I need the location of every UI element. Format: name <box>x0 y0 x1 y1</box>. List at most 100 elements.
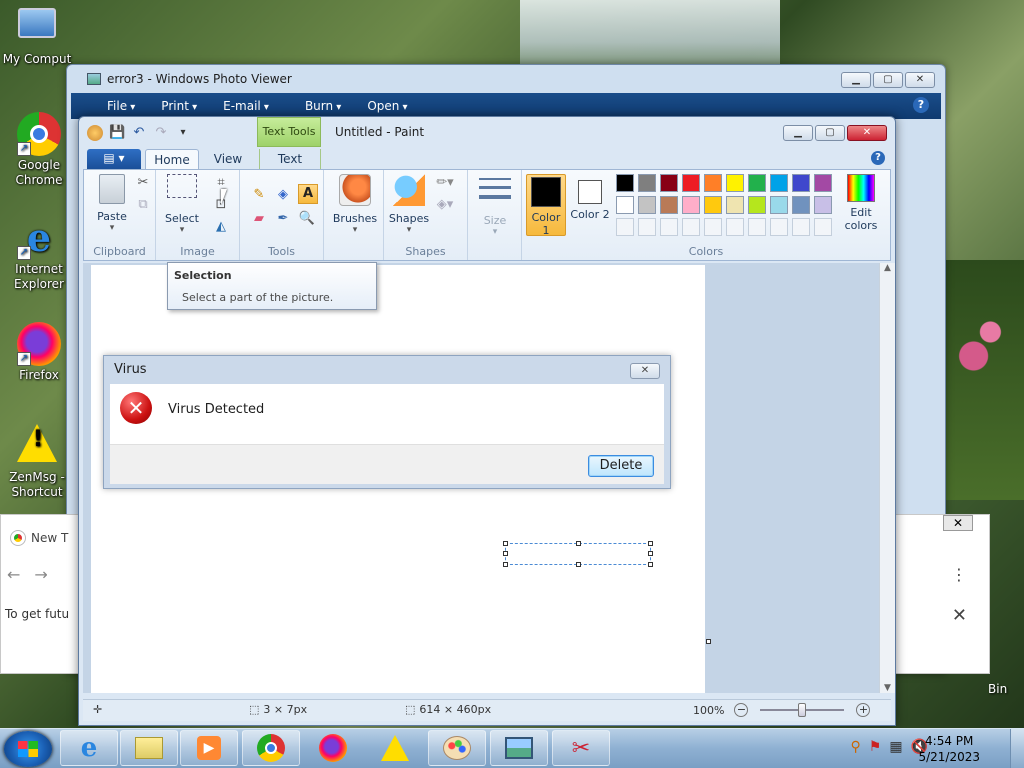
close-button[interactable]: ✕ <box>905 72 935 88</box>
select-button[interactable]: Select ▾ <box>162 174 202 235</box>
help-icon[interactable]: ? <box>913 97 929 113</box>
custom-color-slot[interactable] <box>726 218 744 236</box>
zoom-out-icon[interactable]: − <box>734 703 749 717</box>
palette-swatch[interactable] <box>638 174 656 192</box>
paste-button[interactable]: Paste ▾ <box>92 174 132 233</box>
palette-swatch[interactable] <box>660 174 678 192</box>
shapes-button[interactable]: Shapes ▾ <box>388 174 430 235</box>
fill-icon[interactable]: ◈ <box>274 186 292 204</box>
vertical-scrollbar[interactable]: ▲ ▼ <box>879 263 895 693</box>
resize-handle[interactable] <box>503 562 508 567</box>
taskbar-paint[interactable] <box>428 730 486 766</box>
palette-swatch[interactable] <box>616 174 634 192</box>
taskbar-firefox[interactable] <box>304 730 362 766</box>
zoom-slider-thumb[interactable] <box>798 703 807 717</box>
virus-dialog[interactable]: Virus ✕ ✕ Virus Detected Delete <box>103 355 671 489</box>
maximize-button[interactable]: ▢ <box>815 125 845 141</box>
palette-swatch[interactable] <box>748 196 766 214</box>
custom-color-slot[interactable] <box>704 218 722 236</box>
menu-open[interactable]: Open <box>367 99 407 113</box>
menu-email[interactable]: E-mail <box>223 99 269 113</box>
palette-swatch[interactable] <box>792 174 810 192</box>
custom-color-slot[interactable] <box>814 218 832 236</box>
palette-swatch[interactable] <box>704 196 722 214</box>
color1-button[interactable]: Color 1 <box>526 174 566 237</box>
scroll-up-icon[interactable]: ▲ <box>880 263 895 273</box>
paint-menu-button[interactable]: ▤ ▾ <box>87 149 141 169</box>
palette-swatch[interactable] <box>660 196 678 214</box>
help-icon[interactable]: ? <box>871 151 885 165</box>
virus-dialog-close-button[interactable]: ✕ <box>630 363 660 379</box>
tab-text[interactable]: Text <box>259 149 321 171</box>
custom-color-slot[interactable] <box>616 218 634 236</box>
palette-swatch[interactable] <box>814 196 832 214</box>
taskbar-zenmsg[interactable] <box>366 730 424 766</box>
menu-file[interactable]: File <box>107 99 135 113</box>
custom-color-slot[interactable] <box>792 218 810 236</box>
rotate-icon[interactable]: ◭ <box>212 218 230 236</box>
palette-swatch[interactable] <box>682 196 700 214</box>
desktop-icon-internet-explorer[interactable]: e ↗ Internet Explorer <box>4 216 74 292</box>
palette-swatch[interactable] <box>704 174 722 192</box>
close-icon[interactable]: ✕ <box>952 605 967 626</box>
taskbar-photo-viewer[interactable] <box>490 730 548 766</box>
resize-handle[interactable] <box>576 541 581 546</box>
show-desktop-button[interactable] <box>1010 729 1024 768</box>
resize-handle[interactable] <box>648 541 653 546</box>
cut-icon[interactable]: ✂ <box>134 174 152 192</box>
palette-swatch[interactable] <box>638 196 656 214</box>
customize-qat-icon[interactable]: ▾ <box>175 125 191 141</box>
color-picker-icon[interactable]: ✒ <box>274 210 292 228</box>
zoom-slider[interactable] <box>760 703 845 717</box>
resize-handle[interactable] <box>648 551 653 556</box>
action-center-icon[interactable]: ⚑ <box>869 739 882 755</box>
menu-burn[interactable]: Burn <box>305 99 341 113</box>
recycle-bin-label[interactable]: Bin <box>988 682 1007 696</box>
palette-swatch[interactable] <box>726 174 744 192</box>
save-icon[interactable]: 💾 <box>109 125 125 141</box>
tab-home[interactable]: Home <box>145 149 199 171</box>
palette-swatch[interactable] <box>616 196 634 214</box>
palette-swatch[interactable] <box>814 174 832 192</box>
taskbar-media-player[interactable]: ▶ <box>180 730 238 766</box>
minimize-button[interactable]: ▁ <box>841 72 871 88</box>
custom-color-slot[interactable] <box>660 218 678 236</box>
menu-print[interactable]: Print <box>161 99 197 113</box>
taskbar-snipping-tool[interactable]: ✂ <box>552 730 610 766</box>
close-button[interactable]: ✕ <box>847 125 887 141</box>
clock[interactable]: 4:54 PM 5/21/2023 <box>918 733 980 765</box>
eraser-icon[interactable]: ▰ <box>250 210 268 228</box>
edit-colors-button[interactable]: Edit colors <box>838 174 884 232</box>
scroll-down-icon[interactable]: ▼ <box>880 683 895 693</box>
text-box-selection[interactable] <box>503 541 653 567</box>
resize-handle[interactable] <box>576 562 581 567</box>
palette-swatch[interactable] <box>682 174 700 192</box>
fill-shape-icon[interactable]: ◈▾ <box>436 196 454 214</box>
custom-color-slot[interactable] <box>682 218 700 236</box>
desktop-icon-my-computer[interactable]: My Comput <box>2 8 72 67</box>
delete-button[interactable]: Delete <box>588 455 654 477</box>
desktop-icon-firefox[interactable]: ↗ Firefox <box>4 322 74 383</box>
brushes-button[interactable]: Brushes ▾ <box>332 174 378 235</box>
more-menu-icon[interactable]: ⋮ <box>951 565 967 584</box>
desktop-icon-chrome[interactable]: ↗ Google Chrome <box>4 112 74 188</box>
custom-color-slot[interactable] <box>638 218 656 236</box>
size-button[interactable]: Size ▾ <box>474 174 516 237</box>
custom-color-slot[interactable] <box>748 218 766 236</box>
tab-view[interactable]: View <box>207 149 249 171</box>
palette-swatch[interactable] <box>770 196 788 214</box>
chrome-tab-new-tab[interactable]: New T <box>1 525 71 551</box>
minimize-button[interactable]: ▁ <box>783 125 813 141</box>
maximize-button[interactable]: ▢ <box>873 72 903 88</box>
resize-handle[interactable] <box>503 551 508 556</box>
taskbar-chrome[interactable] <box>242 730 300 766</box>
undo-icon[interactable]: ↶ <box>131 125 147 141</box>
resize-handle[interactable] <box>503 541 508 546</box>
copy-icon[interactable]: ⧉ <box>134 196 152 214</box>
desktop-icon-zenmsg[interactable]: ! ZenMsg - Shortcut <box>2 424 72 500</box>
search-icon[interactable]: ⚲ <box>851 739 861 755</box>
pencil-icon[interactable]: ✎ <box>250 186 268 204</box>
resize-handle[interactable] <box>648 562 653 567</box>
redo-icon[interactable]: ↷ <box>153 125 169 141</box>
taskbar-internet-explorer[interactable]: e <box>60 730 118 766</box>
